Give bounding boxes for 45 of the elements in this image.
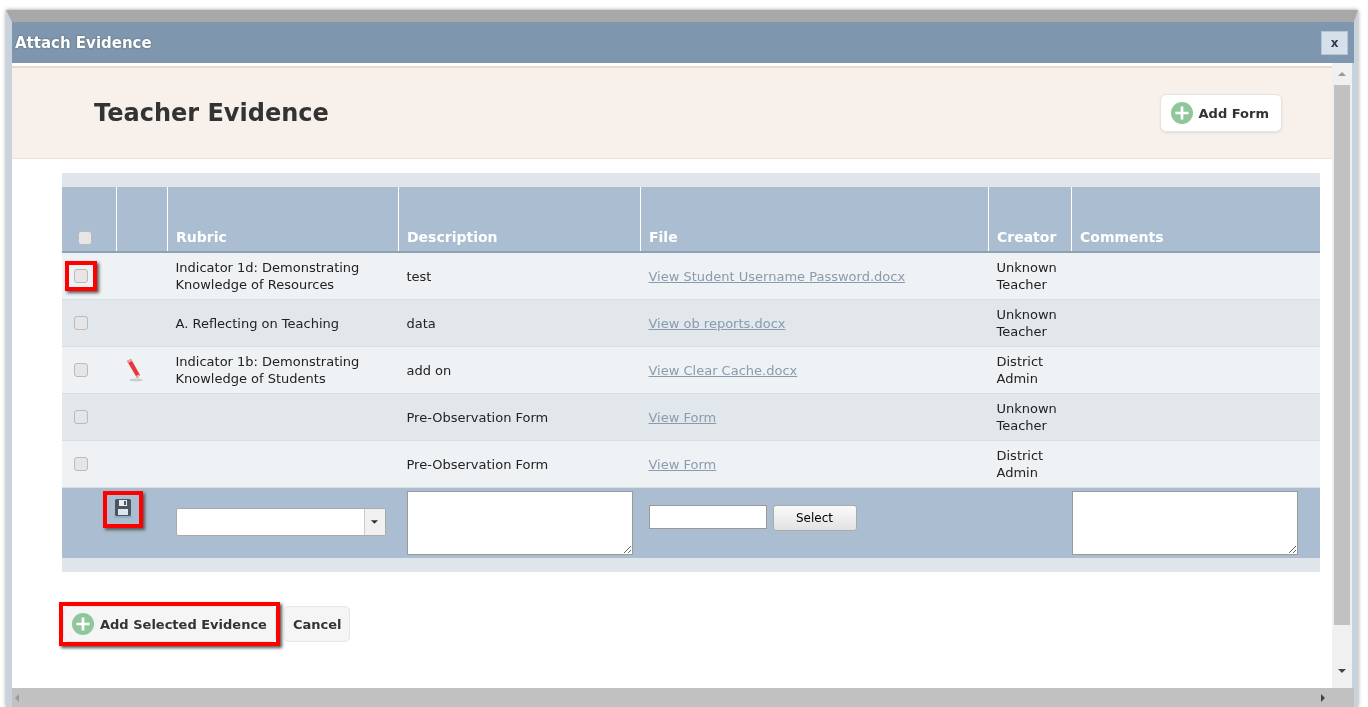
cancel-button[interactable]: Cancel xyxy=(283,606,351,642)
row-checkbox[interactable] xyxy=(74,316,88,330)
comments-input[interactable] xyxy=(1071,491,1298,555)
plus-icon xyxy=(1170,102,1193,124)
column-header: Comments xyxy=(1071,187,1320,252)
row-checkbox[interactable] xyxy=(74,363,88,377)
page-heading: Teacher Evidence xyxy=(94,99,329,127)
description-text: Pre-Observation Form xyxy=(406,456,549,472)
rubric-text: Indicator 1d: Demonstrating Knowledge of Resources xyxy=(175,260,360,292)
column-header: Description xyxy=(398,187,641,252)
file-input[interactable] xyxy=(648,505,767,529)
add-selected-button[interactable]: Add Selected Evidence xyxy=(63,606,276,642)
close-button[interactable]: x xyxy=(1321,30,1348,55)
creator-text: District Admin xyxy=(996,353,1045,387)
row-checkbox[interactable] xyxy=(74,457,88,471)
description-text: add on xyxy=(406,362,452,378)
description-text: Pre-Observation Form xyxy=(406,409,549,425)
select-all-checkbox[interactable] xyxy=(78,231,92,245)
rubric-text: A. Reflecting on Teaching xyxy=(175,315,340,331)
scroll-left-icon[interactable] xyxy=(14,692,20,703)
column-header: File xyxy=(640,187,989,252)
creator-text: District Admin xyxy=(996,447,1045,481)
creator-text: Unknown Teacher xyxy=(996,400,1057,434)
scroll-up-icon[interactable] xyxy=(1337,71,1347,77)
column-header: Rubric xyxy=(167,187,399,252)
plus-icon xyxy=(72,613,94,635)
creator-text: Unknown Teacher xyxy=(996,306,1057,340)
scroll-right-icon[interactable] xyxy=(1320,692,1326,703)
description-text: test xyxy=(406,268,432,284)
caret-icon xyxy=(370,519,379,525)
horizontal-scrollbar[interactable] xyxy=(12,688,1354,707)
add-form-button[interactable]: Add Form xyxy=(1159,94,1282,132)
vertical-scrollbar[interactable] xyxy=(1332,63,1354,688)
rubric-text: Indicator 1b: Demonstrating Knowledge of Students xyxy=(175,354,360,386)
select-button[interactable]: Select xyxy=(772,505,857,531)
creator-text: Unknown Teacher xyxy=(996,259,1057,293)
window-title: Attach Evidence xyxy=(15,33,152,52)
pencil-icon[interactable] xyxy=(124,358,143,382)
scroll-down-icon[interactable] xyxy=(1337,668,1347,674)
description-input[interactable] xyxy=(406,491,633,555)
row-checkbox[interactable] xyxy=(74,410,88,424)
column-header: Creator xyxy=(988,187,1072,252)
description-text: data xyxy=(406,315,436,331)
row-checkbox[interactable] xyxy=(74,269,88,283)
rubric-dropdown[interactable] xyxy=(175,508,386,536)
